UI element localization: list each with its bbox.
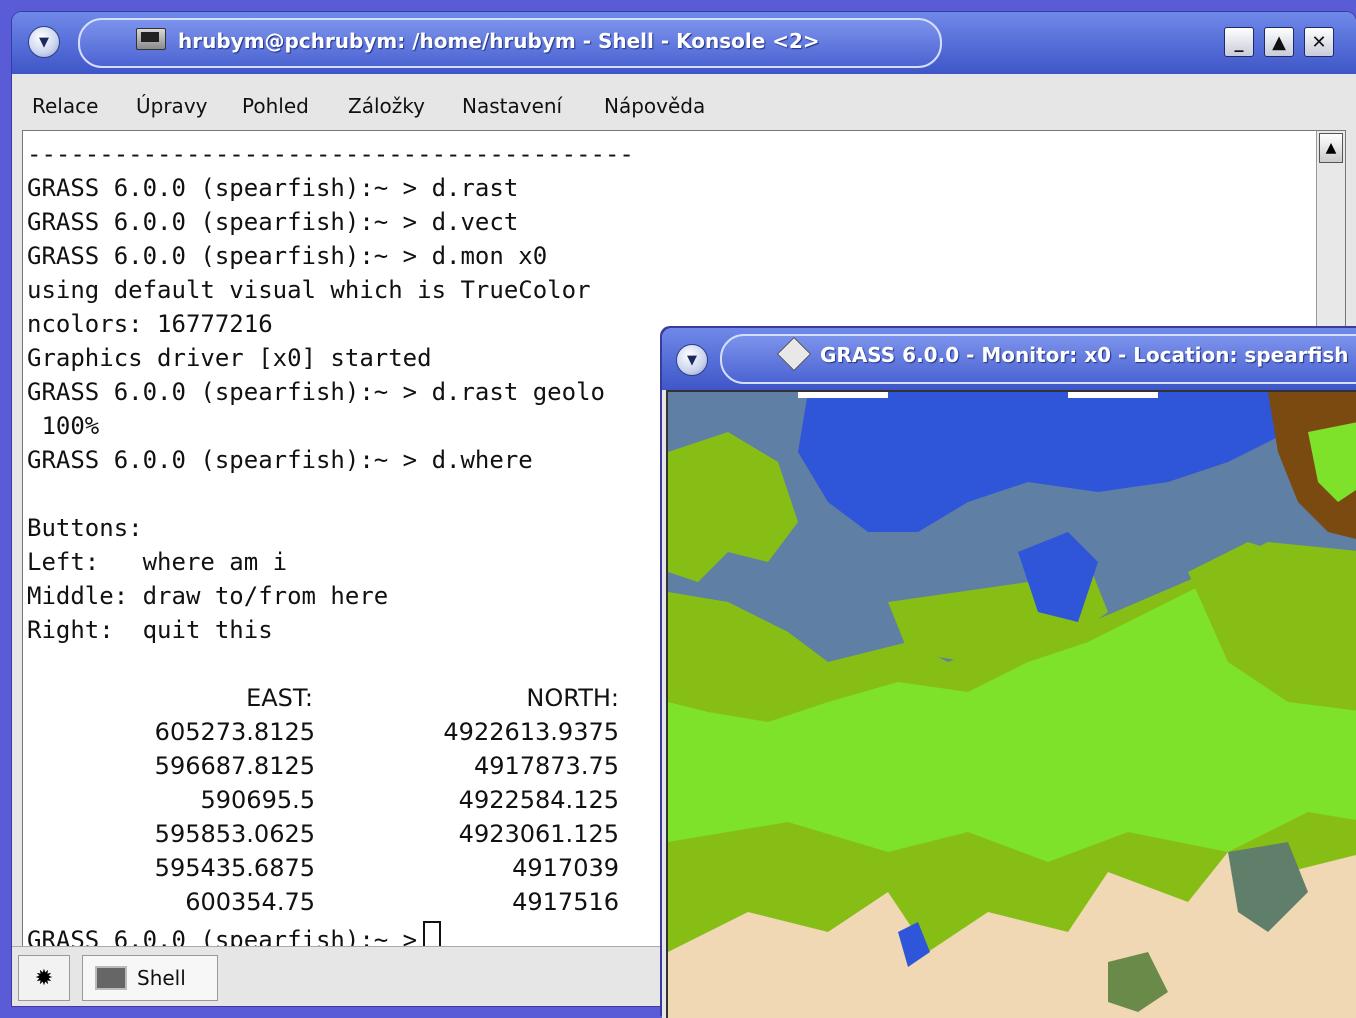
terminal-line: using default visual which is TrueColor	[27, 276, 591, 304]
menu-napoveda[interactable]: Nápověda	[604, 94, 705, 118]
terminal-line: Graphics driver [x0] started	[27, 344, 432, 372]
window-menu-icon[interactable]: ▼	[28, 26, 60, 58]
north-value: 4917039	[512, 854, 619, 882]
terminal-line: ----------------------------------------…	[27, 140, 634, 168]
minimize-icon[interactable]: _	[1224, 27, 1254, 57]
window-menu-icon[interactable]: ▼	[676, 344, 708, 376]
tab-shell[interactable]: Shell	[82, 955, 218, 1001]
grass-monitor-window: ▼ GRASS 6.0.0 - Monitor: x0 - Location: …	[662, 328, 1356, 1018]
menu-relace[interactable]: Relace	[32, 94, 98, 118]
north-header: NORTH:	[526, 684, 619, 712]
map-canvas[interactable]	[666, 390, 1356, 1018]
east-value: 596687.8125	[154, 752, 315, 780]
terminal-line: GRASS 6.0.0 (spearfish):~ > d.mon x0	[27, 242, 548, 270]
terminal-line: GRASS 6.0.0 (spearfish):~ > d.rast geolo	[27, 378, 605, 406]
terminal-line: Right: quit this	[27, 616, 273, 644]
map-white-strip	[1068, 392, 1158, 398]
north-value: 4922613.9375	[443, 718, 619, 746]
north-value: 4917516	[512, 888, 619, 916]
map-white-strip	[798, 392, 888, 398]
menu-nastaveni[interactable]: Nastavení	[462, 94, 562, 118]
east-header: EAST:	[246, 684, 313, 712]
terminal-line: Left: where am i	[27, 548, 288, 576]
east-value: 590695.5	[200, 786, 315, 814]
terminal-line: ncolors: 16777216	[27, 310, 273, 338]
close-icon[interactable]: ✕	[1304, 27, 1334, 57]
north-value: 4917873.75	[473, 752, 619, 780]
terminal-line: GRASS 6.0.0 (spearfish):~ > d.vect	[27, 208, 519, 236]
menu-pohled[interactable]: Pohled	[242, 94, 309, 118]
menu-zalozky[interactable]: Záložky	[348, 94, 425, 118]
terminal-line: 100%	[27, 412, 100, 440]
terminal-line: Buttons:	[27, 514, 143, 542]
new-session-icon[interactable]: ✹	[18, 955, 70, 1001]
terminal-line: GRASS 6.0.0 (spearfish):~ > d.where	[27, 446, 533, 474]
east-value: 595435.6875	[154, 854, 315, 882]
terminal-line: GRASS 6.0.0 (spearfish):~ > d.rast	[27, 174, 519, 202]
window-title: hrubym@pchrubym: /home/hrubym - Shell - …	[178, 29, 820, 53]
monitor-titlebar[interactable]: ▼ GRASS 6.0.0 - Monitor: x0 - Location: …	[662, 328, 1356, 390]
terminal-icon	[136, 28, 166, 50]
menu-upravy[interactable]: Úpravy	[136, 94, 207, 118]
north-value: 4922584.125	[458, 786, 619, 814]
tab-shell-label: Shell	[137, 966, 186, 990]
terminal-line: Middle: draw to/from here	[27, 582, 389, 610]
konsole-titlebar[interactable]: ▼ hrubym@pchrubym: /home/hrubym - Shell …	[12, 12, 1356, 74]
shell-icon	[95, 966, 127, 990]
east-value: 595853.0625	[154, 820, 315, 848]
menubar: Relace Úpravy Pohled Záložky Nastavení N…	[12, 74, 1356, 130]
maximize-icon[interactable]: ▲	[1264, 27, 1294, 57]
monitor-title: GRASS 6.0.0 - Monitor: x0 - Location: sp…	[820, 343, 1349, 367]
scroll-up-icon[interactable]: ▲	[1319, 133, 1343, 163]
north-value: 4923061.125	[458, 820, 619, 848]
east-value: 605273.8125	[154, 718, 315, 746]
east-value: 600354.75	[185, 888, 315, 916]
